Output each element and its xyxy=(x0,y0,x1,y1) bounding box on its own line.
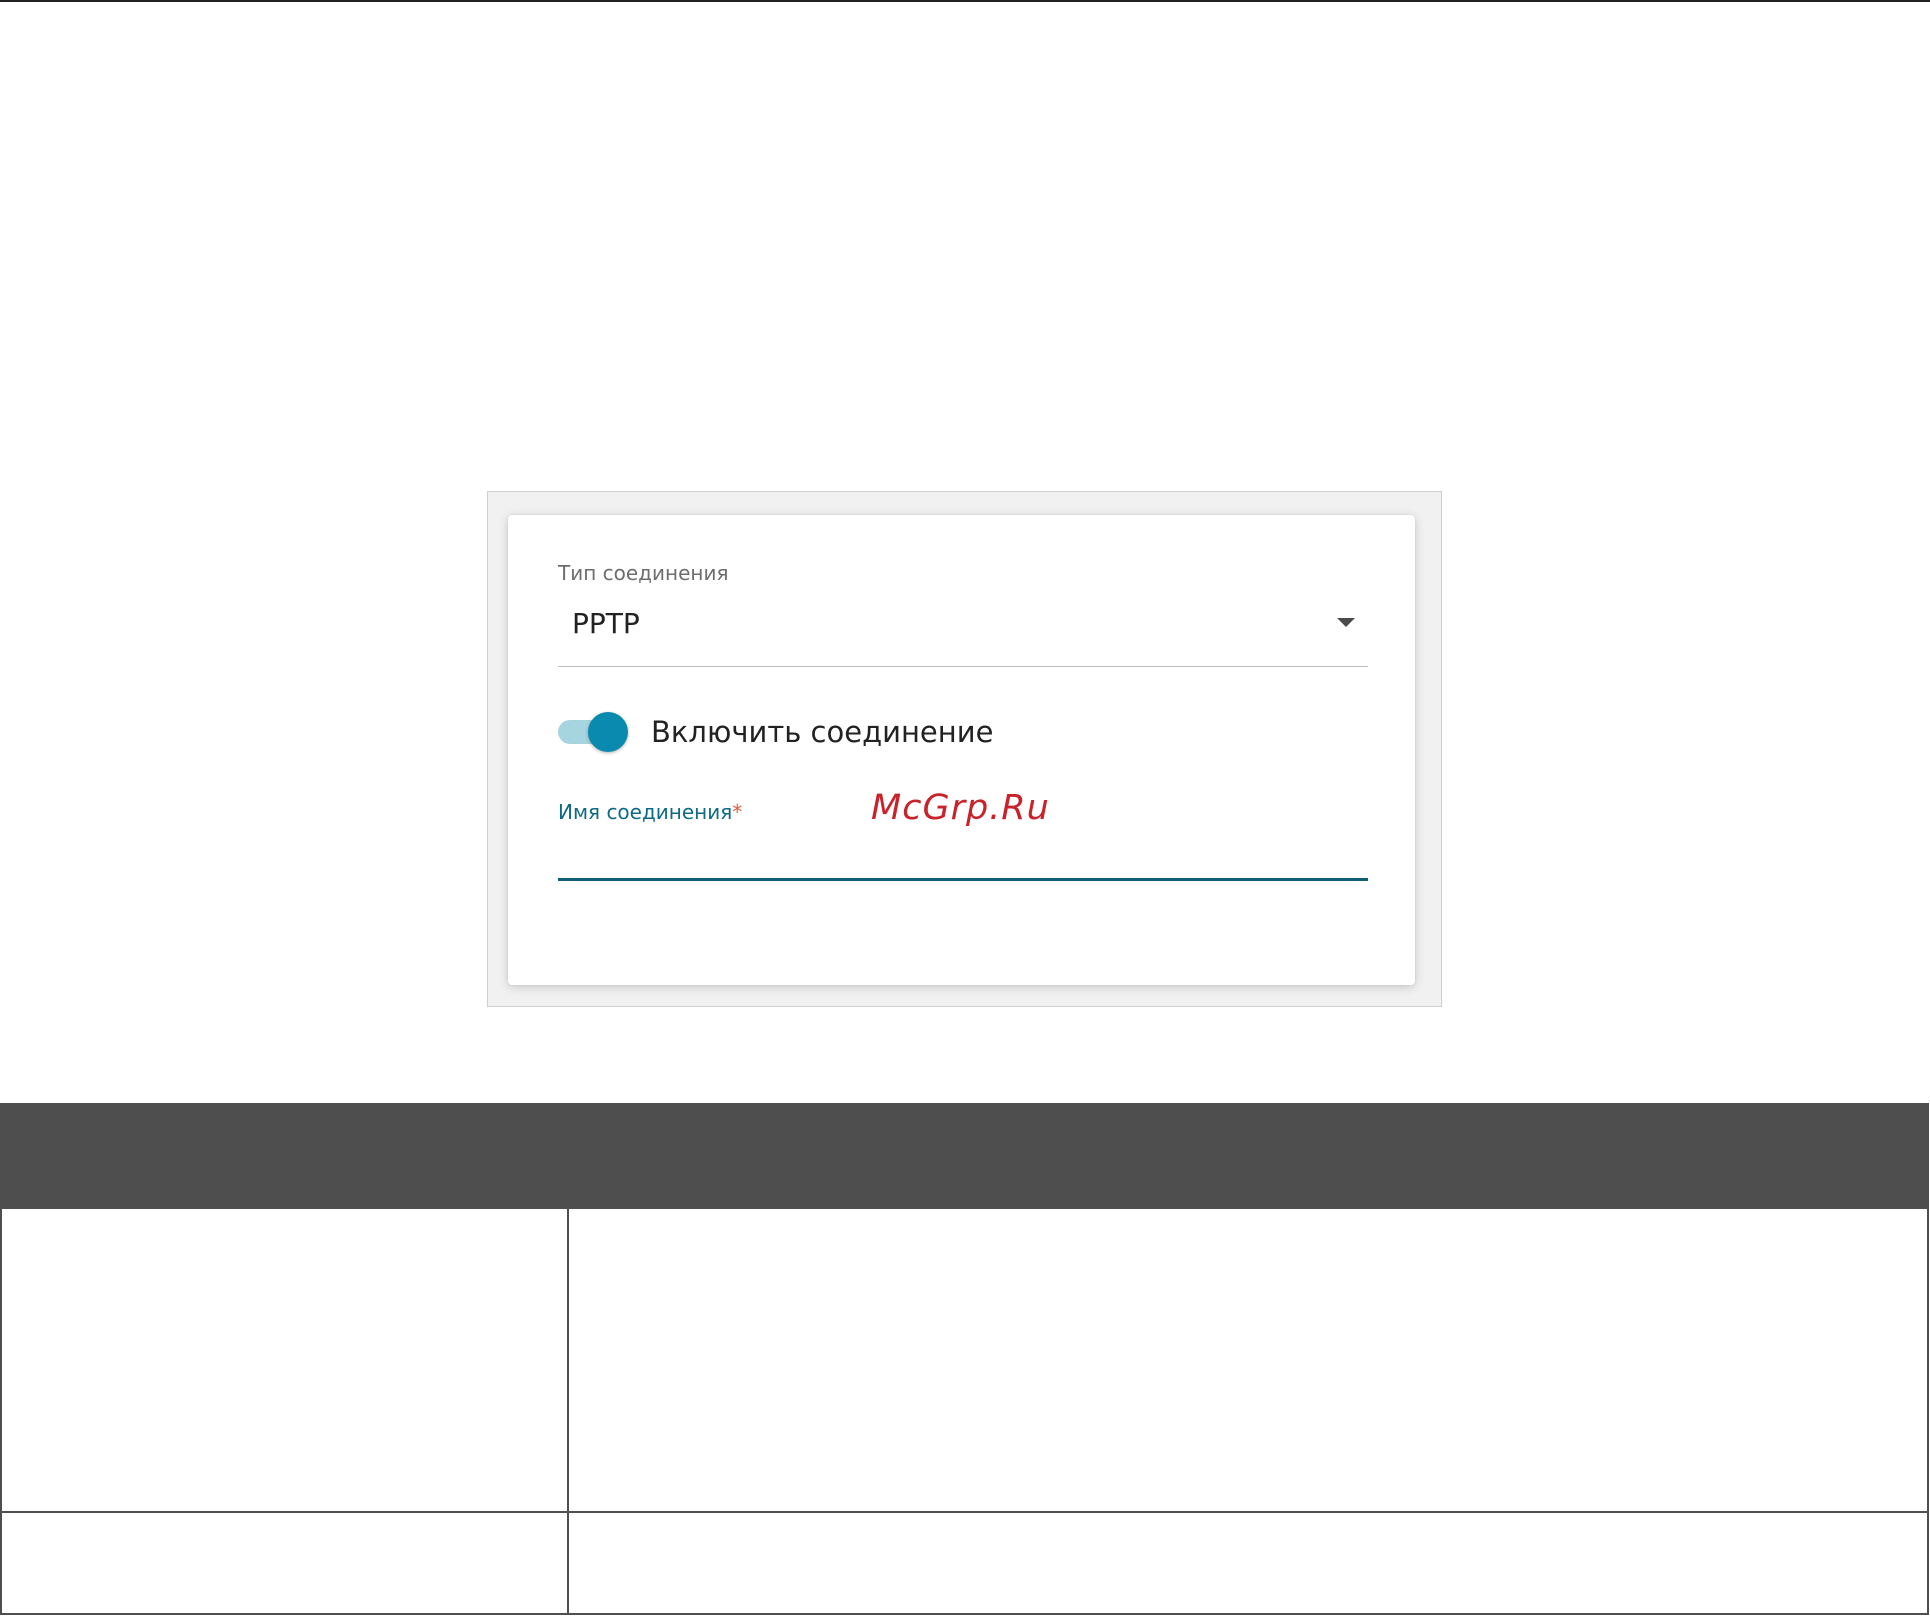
connection-type-label: Тип соединения xyxy=(558,561,729,585)
top-divider xyxy=(0,0,1930,2)
column-divider xyxy=(567,1513,569,1613)
parameters-table xyxy=(0,1103,1929,1615)
connection-type-select[interactable]: PPTP xyxy=(572,607,640,640)
table-row xyxy=(0,1209,1929,1513)
connection-name-label: Имя соединения* xyxy=(558,800,742,824)
required-mark: * xyxy=(732,800,743,824)
toggle-knob[interactable] xyxy=(588,712,628,752)
connection-settings-card: Тип соединения PPTP Включить соединение … xyxy=(508,515,1415,985)
connection-name-input[interactable] xyxy=(558,835,1368,881)
table-header xyxy=(0,1103,1929,1209)
watermark: McGrp.Ru xyxy=(871,788,1050,828)
table-row xyxy=(0,1513,1929,1615)
enable-connection-label: Включить соединение xyxy=(651,715,994,749)
connection-name-label-text: Имя соединения xyxy=(558,800,733,824)
column-divider xyxy=(567,1209,569,1511)
page: Тип соединения PPTP Включить соединение … xyxy=(0,0,1930,1617)
chevron-down-icon[interactable] xyxy=(1337,618,1355,627)
enable-connection-toggle[interactable] xyxy=(558,712,630,752)
connection-type-underline xyxy=(558,666,1368,667)
screenshot-frame: Тип соединения PPTP Включить соединение … xyxy=(487,491,1442,1007)
